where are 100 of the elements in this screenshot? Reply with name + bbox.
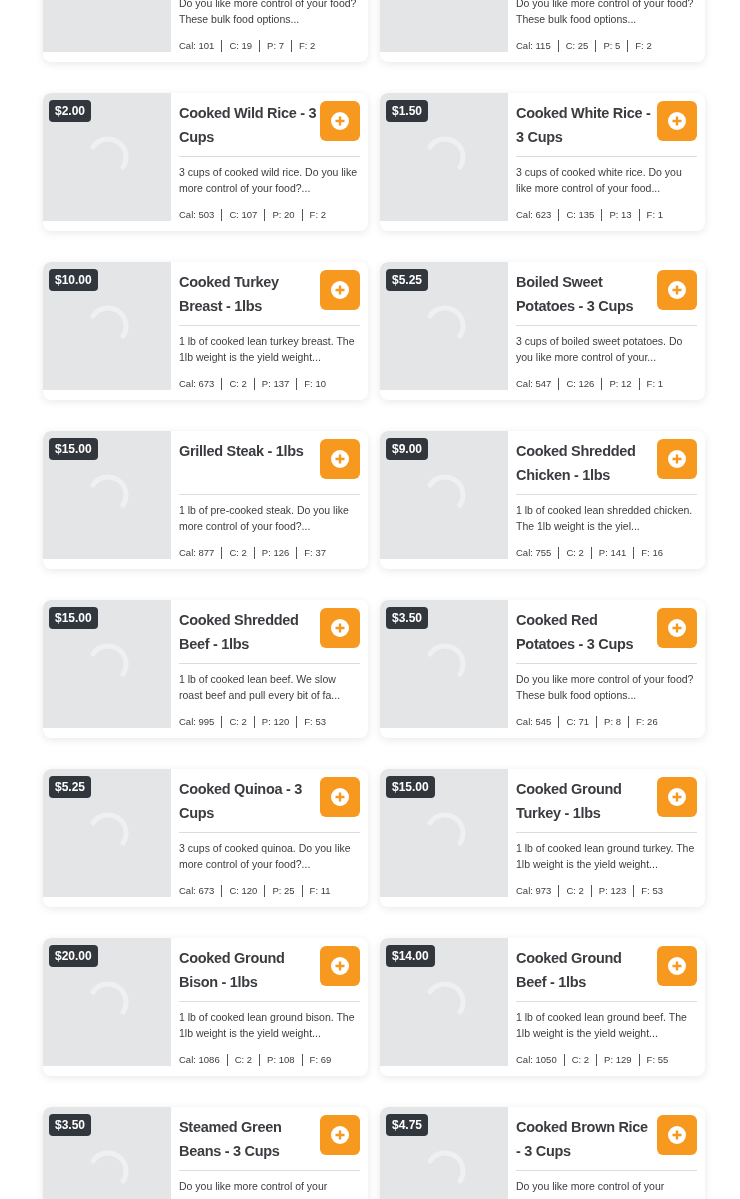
macro-value: C: 126 [566,377,595,391]
product-card[interactable]: $2.00 Cooked Wild Rice - 3 Cups 3 cups of cooked wild rice. Do you like more control of your food?... Cal: 503 C: 107 P: 20 F: 2 [43,93,368,231]
product-card[interactable]: $1.50 Cooked White Rice - 3 Cups 3 cups of cooked white rice. Do you like more control of your food... Cal: 623 C: 135 P: 13 F: 1 [380,93,705,231]
add-button[interactable] [320,777,360,817]
product-description: Do you like more control of your [179,1179,329,1194]
add-button[interactable] [320,101,360,141]
product-card[interactable]: $3.50 Steamed Green Beans - 3 Cups Do you like more control of your [43,1107,368,1199]
product-title[interactable]: Cooked Shredded Chicken - 1lbs [516,439,657,487]
macro-value: C: 2 [234,1053,253,1067]
product-title[interactable]: Cooked Turkey Breast - 1lbs [179,270,320,318]
add-button[interactable] [320,946,360,986]
product-description: 1 lb of cooked lean shredded chicken. The 1lb weight is the yiel... [516,503,694,534]
product-description: 1 lb of cooked lean turkey breast. The 1lb weight is the yield weight... [179,334,356,365]
product-card[interactable]: $5.25 Cooked Quinoa - 3 Cups 3 cups of cooked quinoa. Do you like more control of your food?... Cal: 673 C: 120 P: 25 F: 11 [43,769,368,907]
add-button[interactable] [320,608,360,648]
macro-value: F: 2 [299,39,316,53]
product-card[interactable]: $15.00 Grilled Steak - 1lbs 1 lb of pre-cooked steak. Do you like more control of your food?... Cal: 877 C: 2 P: 126 F: 37 [43,431,368,569]
add-button[interactable] [657,946,697,986]
add-button[interactable] [320,1115,360,1155]
add-button[interactable] [657,777,697,817]
plus-circle-icon [331,957,349,975]
product-card[interactable]: $4.75 Cooked Brown Rice - 3 Cups Do you like more control of your [380,1107,705,1199]
product-card[interactable]: $9.00 Cooked Shredded Chicken - 1lbs 1 lb of cooked lean shredded chicken. The 1lb weight is the yiel... Cal: 755 C: 2 P: 141 F: 16 [380,431,705,569]
product-card[interactable]: $15.00 Cooked Ground Turkey - 1lbs 1 lb of cooked lean ground turkey. The 1lb weight is the yield weight... Cal: 973 C: 2 P: 123 F: 53 [380,769,705,907]
plus-circle-icon [668,1126,686,1144]
product-title[interactable]: Cooked Quinoa - 3 Cups [179,777,320,825]
macro-value: Cal: 1086 [179,1053,220,1067]
price-badge: $5.25 [49,776,92,798]
product-card[interactable]: $3.50 Cooked Red Potatoes - 3 Cups Do you like more control of your food? These bulk food options... Cal: 545 C: 71 P: 8 F: 26 [380,600,705,738]
macro-value: C: 2 [229,715,247,729]
macro-value: C: 2 [229,546,247,560]
product-description: Do you like more control of your food? These bulk food options... [179,0,358,27]
add-button[interactable] [657,1115,697,1155]
product-description: 1 lb of cooked lean ground bison. The 1lb weight is the yield weight... [179,1010,356,1041]
plus-circle-icon [331,788,349,806]
product-title[interactable]: Grilled Steak - 1lbs [179,439,306,463]
plus-circle-icon [668,112,686,130]
plus-circle-icon [668,281,686,299]
macro-value: Cal: 673 [179,377,215,391]
product-card[interactable]: Do you like more control of your food? These bulk food options... Cal: 101 C: 19 P: 7 F: 2 [43,0,368,62]
plus-circle-icon [668,957,686,975]
plus-circle-icon [331,112,349,130]
add-button[interactable] [657,270,697,310]
macro-value: C: 2 [566,884,584,898]
product-card[interactable]: $10.00 Cooked Turkey Breast - 1lbs 1 lb of cooked lean turkey breast. The 1lb weight is the yield weight... Cal: 673 C: 2 P: 137 F: 10 [43,262,368,400]
product-title[interactable]: Cooked Wild Rice - 3 Cups [179,101,320,149]
product-description: 1 lb of pre-cooked steak. Do you like more control of your food?... [179,503,350,534]
macro-value: P: 123 [598,884,627,898]
product-title[interactable]: Boiled Sweet Potatoes - 3 Cups [516,270,657,318]
macro-value: Cal: 973 [516,884,552,898]
macro-value: Cal: 1050 [516,1053,557,1067]
macro-value: C: 2 [571,1053,590,1067]
macro-value: F: 37 [304,546,326,560]
plus-circle-icon [331,1126,349,1144]
product-card[interactable]: Do you like more control of your food? These bulk food options... Cal: 115 C: 25 P: 5 F: 2 [380,0,705,62]
product-card[interactable]: $20.00 Cooked Ground Bison - 1lbs 1 lb of cooked lean ground bison. The 1lb weight is the yield weight... Cal: 1086 C: 2 P: 108 F: 69 [43,938,368,1076]
plus-circle-icon [668,619,686,637]
product-title[interactable]: Cooked Brown Rice - 3 Cups [516,1115,657,1163]
macro-value: F: 26 [636,715,658,729]
product-title[interactable]: Cooked Shredded Beef - 1lbs [179,608,320,656]
macro-value: P: 120 [261,715,290,729]
add-button[interactable] [320,270,360,310]
plus-circle-icon [331,450,349,468]
product-title[interactable]: Cooked Ground Turkey - 1lbs [516,777,657,825]
add-button[interactable] [320,439,360,479]
macro-value: P: 8 [604,715,621,729]
product-title[interactable]: Cooked Red Potatoes - 3 Cups [516,608,657,656]
product-description: Do you like more control of your [516,1179,666,1194]
plus-circle-icon [668,788,686,806]
macro-value: F: 1 [646,377,663,391]
product-description: 1 lb of cooked lean ground turkey. The 1lb weight is the yield weight... [516,841,696,872]
macro-value: F: 2 [309,208,326,222]
macro-value: C: 71 [566,715,590,729]
price-badge: $9.00 [386,438,429,460]
product-title[interactable]: Cooked Ground Bison - 1lbs [179,946,320,994]
macro-value: P: 12 [609,377,632,391]
macro-value: C: 107 [229,208,258,222]
add-button[interactable] [657,101,697,141]
macro-value: P: 141 [598,546,627,560]
plus-circle-icon [668,450,686,468]
product-title[interactable]: Steamed Green Beans - 3 Cups [179,1115,320,1163]
product-description: 1 lb of cooked lean beef. We slow roast beef and pull every bit of fa... [179,672,342,703]
macro-value: F: 55 [646,1053,669,1067]
price-badge: $2.00 [49,100,92,122]
add-button[interactable] [657,439,697,479]
product-card[interactable]: $15.00 Cooked Shredded Beef - 1lbs 1 lb of cooked lean beef. We slow roast beef and pull every bit of fa... Cal: 995 C: 2 P: 120 F: 53 [43,600,368,738]
macro-value: P: 13 [609,208,632,222]
product-title[interactable]: Cooked White Rice - 3 Cups [516,101,657,149]
plus-circle-icon [331,281,349,299]
product-title[interactable]: Cooked Ground Beef - 1lbs [516,946,657,994]
macro-value: P: 7 [267,39,284,53]
price-badge: $3.50 [49,1114,92,1136]
price-badge: $3.50 [386,607,429,629]
macro-value: Cal: 673 [179,884,215,898]
product-card[interactable]: $14.00 Cooked Ground Beef - 1lbs 1 lb of cooked lean ground beef. The 1lb weight is the yield weight... Cal: 1050 C: 2 P: 129 F: 55 [380,938,705,1076]
price-badge: $4.75 [386,1114,429,1136]
add-button[interactable] [657,608,697,648]
product-description: 3 cups of cooked white rice. Do you like more control of your food... [516,165,683,196]
product-card[interactable]: $5.25 Boiled Sweet Potatoes - 3 Cups 3 cups of boiled sweet potatoes. Do you like more control of your... Cal: 547 C: 126 P: 12 F: 1 [380,262,705,400]
macro-value: Cal: 115 [516,39,551,53]
